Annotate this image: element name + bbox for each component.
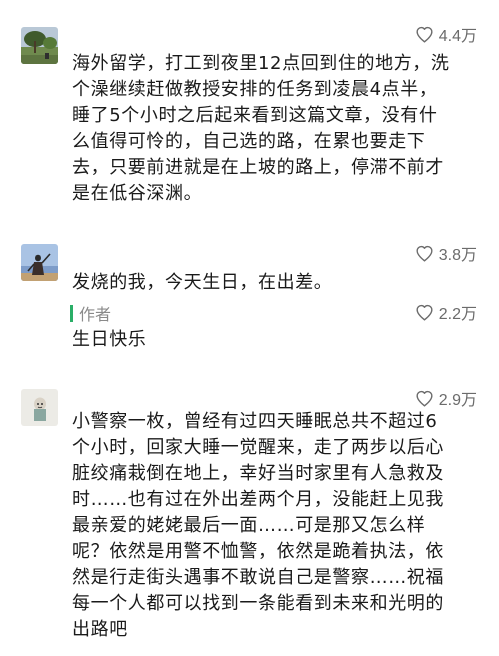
like-button[interactable]: 4.4万 <box>415 22 477 46</box>
like-count: 2.9万 <box>438 392 477 409</box>
comment-line: 个小时，回家大睡一觉醒来，走了两步以后心 <box>72 437 444 458</box>
comment-line: 发烧的我，今天生日，在出差。 <box>72 272 333 293</box>
comment-line: 是在低谷深渊。 <box>72 183 203 204</box>
comment-line: 小警察一枚，曾经有过四天睡眠总共不超过6 <box>72 411 438 432</box>
comment-line: 脏绞痛栽倒在地上，幸好当时家里有人急救及 <box>72 463 444 484</box>
heart-icon <box>416 26 433 43</box>
like-button[interactable]: 3.8万 <box>415 241 477 265</box>
figure-photo-icon <box>21 244 58 281</box>
comment-line: 去，只要前进就是在上坡的路上，停滞不前才 <box>72 157 444 178</box>
author-label: 作者 <box>79 305 112 324</box>
like-count: 3.8万 <box>438 247 477 264</box>
landscape-photo-icon <box>21 27 58 64</box>
comment-line: 呢？依然是用警不恤警，依然是跪着执法，依 <box>72 541 444 562</box>
comment-line: 睡了5个小时之后起来看到这篇文章，没有什 <box>72 105 438 126</box>
cartoon-photo-icon <box>21 389 58 426</box>
avatar[interactable] <box>21 244 58 281</box>
comment-line: 最亲爱的姥姥最后一面……可是那又怎么样 <box>72 515 426 536</box>
heart-icon <box>416 245 433 262</box>
comment-text: 小警察一枚，曾经有过四天睡眠总共不超过6 个小时，回家大睡一觉醒来，走了两步以后… <box>72 409 472 643</box>
comment-line: 出路吧 <box>72 619 128 640</box>
comment-line: 每一个人都可以找到一条能看到未来和光明的 <box>72 593 444 614</box>
comment-line: 海外留学，打工到夜里12点回到住的地方，洗 <box>72 53 450 74</box>
comment-text: 海外留学，打工到夜里12点回到住的地方，洗 个澡继续赶做教授安排的任务到凌晨4点… <box>72 51 472 207</box>
like-count: 4.4万 <box>438 28 477 45</box>
heart-icon <box>416 304 433 321</box>
reply-like-button[interactable]: 2.2万 <box>415 300 477 324</box>
comment-line: 时……也有过在外出差两个月，没能赶上见我 <box>72 489 444 510</box>
comment-item-2: 3.8万 发烧的我，今天生日，在出差。 作者 2.2万 生日快乐 <box>0 230 499 380</box>
author-reply-label: 作者 <box>70 302 111 324</box>
comment-line: 然是行走街头遇事不敢说自己是警察……祝福 <box>72 567 444 588</box>
comment-text: 发烧的我，今天生日，在出差。 <box>72 270 472 296</box>
author-reply-bar <box>70 304 73 322</box>
comment-item-1: 4.4万 海外留学，打工到夜里12点回到住的地方，洗 个澡继续赶做教授安排的任务… <box>0 0 499 230</box>
comment-item-3: 2.9万 小警察一枚，曾经有过四天睡眠总共不超过6 个小时，回家大睡一觉醒来，走… <box>0 380 499 656</box>
like-button[interactable]: 2.9万 <box>415 386 477 410</box>
reply-text: 生日快乐 <box>72 327 472 353</box>
reply-line: 生日快乐 <box>72 329 147 350</box>
like-count: 2.2万 <box>438 306 477 323</box>
comment-line: 么值得可怜的，自己选的路，在累也要走下 <box>72 131 426 152</box>
avatar[interactable] <box>21 27 58 64</box>
heart-icon <box>416 390 433 407</box>
avatar[interactable] <box>21 389 58 426</box>
comment-line: 个澡继续赶做教授安排的任务到凌晨4点半， <box>72 79 438 100</box>
